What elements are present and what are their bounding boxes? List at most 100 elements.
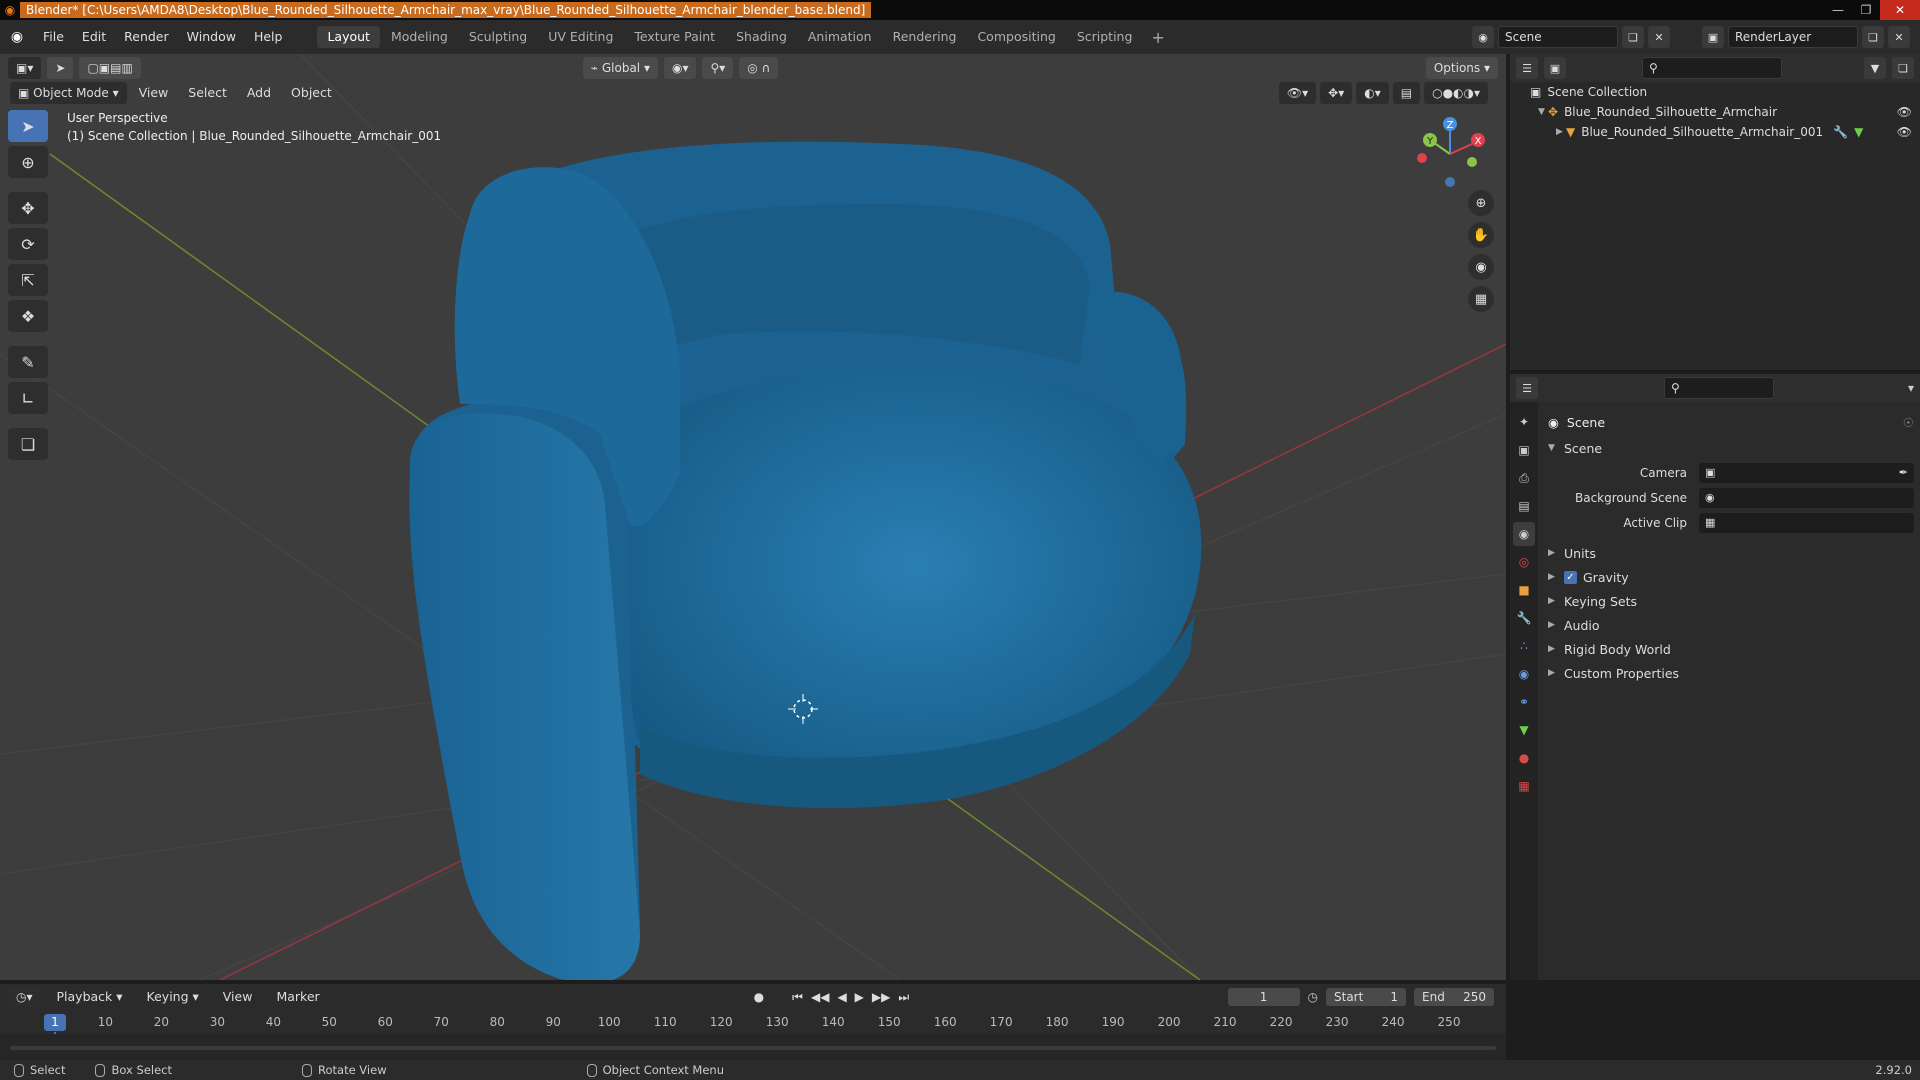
filter-icon[interactable]: ▼: [1864, 57, 1886, 79]
timeline-menu-keying[interactable]: Keying ▾: [139, 986, 207, 1008]
timeline-menu-view[interactable]: View: [215, 986, 261, 1008]
scene-browse-icon[interactable]: ◉: [1472, 26, 1494, 48]
timeline-scrollbar[interactable]: [10, 1046, 1496, 1050]
gizmo-z-label[interactable]: Z: [1447, 120, 1454, 131]
minimize-icon[interactable]: —: [1824, 0, 1852, 20]
delete-scene-icon[interactable]: ✕: [1648, 26, 1670, 48]
audio-panel-header[interactable]: ▶ Audio: [1544, 613, 1914, 637]
outliner-display-mode-icon[interactable]: ▣: [1544, 57, 1566, 79]
xray-toggle[interactable]: ▤: [1392, 82, 1421, 104]
gravity-checkbox[interactable]: ✓: [1564, 570, 1577, 584]
tab-compositing[interactable]: Compositing: [967, 26, 1065, 48]
properties-search-input[interactable]: ⚲: [1664, 377, 1774, 399]
menu-file[interactable]: File: [34, 20, 73, 54]
new-view-layer-icon[interactable]: ❏: [1862, 26, 1884, 48]
pin-icon[interactable]: ☉: [1903, 415, 1914, 430]
menu-edit[interactable]: Edit: [73, 20, 115, 54]
annotate-tool-icon[interactable]: ✎: [8, 346, 48, 378]
tab-scripting[interactable]: Scripting: [1067, 26, 1143, 48]
keying-sets-panel-header[interactable]: ▶ Keying Sets: [1544, 589, 1914, 613]
overlay-toggle[interactable]: ◐▾: [1356, 82, 1389, 104]
measure-tool-icon[interactable]: ∟: [8, 382, 48, 414]
current-frame-indicator[interactable]: 1: [44, 1014, 66, 1031]
play-icon[interactable]: ▶: [855, 990, 864, 1005]
world-tab-icon[interactable]: ◎: [1513, 550, 1535, 574]
navigation-gizmo[interactable]: Z Y X: [1412, 114, 1488, 194]
properties-options-icon[interactable]: ▾: [1908, 381, 1914, 395]
tab-uv-editing[interactable]: UV Editing: [538, 26, 623, 48]
mode-dropdown[interactable]: ▣ Object Mode ▾: [10, 82, 127, 104]
menu-help[interactable]: Help: [245, 20, 292, 54]
play-reverse-icon[interactable]: ◀: [837, 990, 846, 1005]
gizmo-neg-y[interactable]: [1467, 157, 1477, 167]
outliner-item-armchair[interactable]: ▼ ✥ Blue_Rounded_Silhouette_Armchair 👁: [1510, 102, 1920, 122]
blender-menu-icon[interactable]: ◉: [0, 20, 34, 54]
use-preview-range-icon[interactable]: ◷: [1308, 990, 1318, 1004]
scene-name-field[interactable]: Scene: [1498, 26, 1618, 48]
eyedropper-icon[interactable]: ✒: [1899, 466, 1908, 479]
editor-type-button[interactable]: ▣▾: [8, 57, 42, 79]
active-clip-field[interactable]: ▦: [1699, 512, 1914, 533]
tab-rendering[interactable]: Rendering: [883, 26, 967, 48]
maximize-icon[interactable]: ❐: [1852, 0, 1880, 20]
view-layer-browse-icon[interactable]: ▣: [1702, 26, 1724, 48]
timeline-track[interactable]: [0, 1034, 1506, 1060]
menu-window[interactable]: Window: [178, 20, 245, 54]
texture-tab-icon[interactable]: ▦: [1513, 774, 1535, 798]
perspective-toggle-icon[interactable]: ▦: [1468, 286, 1494, 312]
move-tool-icon[interactable]: ✥: [8, 192, 48, 224]
delete-view-layer-icon[interactable]: ✕: [1888, 26, 1910, 48]
viewport-menu-view[interactable]: View: [131, 82, 177, 104]
zoom-icon[interactable]: ⊕: [1468, 190, 1494, 216]
menu-render[interactable]: Render: [115, 20, 178, 54]
modifier-wrench-icon[interactable]: 🔧: [1833, 122, 1848, 142]
tab-shading[interactable]: Shading: [726, 26, 797, 48]
gizmo-toggle[interactable]: ✥▾: [1320, 82, 1353, 104]
jump-start-icon[interactable]: ⏮: [792, 990, 803, 1005]
object-tab-icon[interactable]: ■: [1513, 578, 1535, 602]
timeline-editor-type-icon[interactable]: ◷▾: [8, 986, 41, 1008]
scene-panel-header[interactable]: ▼ Scene: [1544, 436, 1914, 460]
viewport-menu-select[interactable]: Select: [180, 82, 235, 104]
new-collection-icon[interactable]: ❏: [1892, 57, 1914, 79]
modifier-tab-icon[interactable]: 🔧: [1513, 606, 1535, 630]
visibility-dropdown[interactable]: 👁▾: [1278, 82, 1317, 104]
prev-keyframe-icon[interactable]: ◀◀: [811, 990, 829, 1005]
units-panel-header[interactable]: ▶ Units: [1544, 541, 1914, 565]
timeline-ruler[interactable]: 1 10 20 30 40 50 60 70 80 90 100 110 120 130 140 150 16…: [0, 1012, 1506, 1068]
output-tab-icon[interactable]: ⎙: [1513, 466, 1535, 490]
select-tool-button[interactable]: ➤: [47, 57, 74, 79]
end-frame-field[interactable]: End 250: [1414, 988, 1494, 1006]
rotate-tool-icon[interactable]: ⟳: [8, 228, 48, 260]
tool-tab-icon[interactable]: ✦: [1513, 410, 1535, 434]
timeline-menu-marker[interactable]: Marker: [268, 986, 327, 1008]
proportional-edit-toggle[interactable]: ◎ ∩: [739, 57, 779, 79]
particles-tab-icon[interactable]: ∴: [1513, 634, 1535, 658]
visibility-eye-icon[interactable]: 👁: [1897, 122, 1912, 142]
gizmo-neg-z[interactable]: [1445, 177, 1455, 187]
material-tab-icon[interactable]: ●: [1513, 746, 1535, 770]
pivot-point-dropdown[interactable]: ◉▾: [663, 57, 697, 79]
outliner-editor-type-icon[interactable]: ☰: [1516, 57, 1538, 79]
tab-sculpting[interactable]: Sculpting: [459, 26, 537, 48]
close-icon[interactable]: ✕: [1880, 0, 1920, 20]
render-tab-icon[interactable]: ▣: [1513, 438, 1535, 462]
outliner-item-armchair-001[interactable]: ▶ ▼ Blue_Rounded_Silhouette_Armchair_001…: [1510, 122, 1920, 142]
cursor-tool-icon[interactable]: ⊕: [8, 146, 48, 178]
outliner-search-input[interactable]: ⚲: [1642, 57, 1782, 79]
rigid-body-world-panel-header[interactable]: ▶ Rigid Body World: [1544, 637, 1914, 661]
gizmo-y-label[interactable]: Y: [1426, 136, 1434, 147]
timeline-menu-playback[interactable]: Playback ▾: [49, 986, 131, 1008]
visibility-eye-icon[interactable]: 👁: [1897, 102, 1912, 122]
view-layer-field[interactable]: RenderLayer: [1728, 26, 1858, 48]
start-frame-field[interactable]: Start 1: [1326, 988, 1406, 1006]
shading-mode-buttons[interactable]: ○●◐◑▾: [1424, 82, 1488, 104]
jump-end-icon[interactable]: ⏭: [898, 990, 909, 1005]
scene-tab-icon[interactable]: ◉: [1513, 522, 1535, 546]
transform-orientation-dropdown[interactable]: ⌁ Global ▾: [582, 57, 658, 79]
gravity-panel-header[interactable]: ▶ ✓ Gravity: [1544, 565, 1914, 589]
outliner-scene-collection[interactable]: ▣ Scene Collection: [1510, 82, 1920, 102]
new-scene-icon[interactable]: ❏: [1622, 26, 1644, 48]
tab-texture-paint[interactable]: Texture Paint: [624, 26, 725, 48]
pan-hand-icon[interactable]: ✋: [1468, 222, 1494, 248]
